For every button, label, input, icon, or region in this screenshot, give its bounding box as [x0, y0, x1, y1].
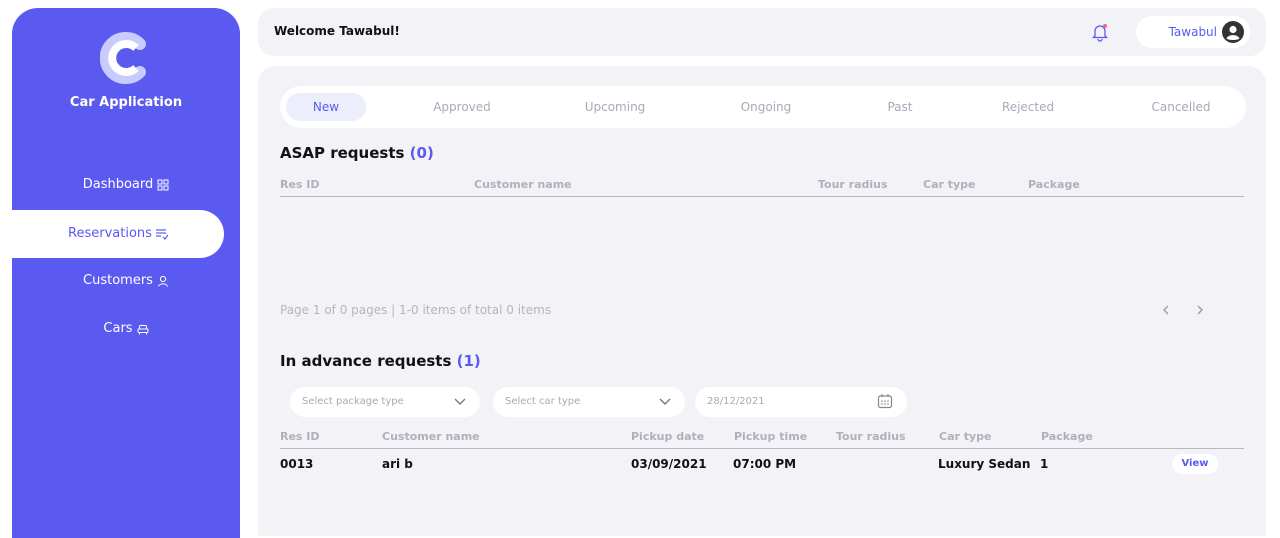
sidebar-item-label: Reservations [68, 226, 152, 241]
view-button[interactable]: View [1172, 454, 1218, 474]
calendar-icon[interactable] [877, 393, 893, 409]
advance-col-pickup-time: Pickup time [734, 430, 808, 443]
app-name: Car Application [69, 95, 183, 110]
asap-table-divider [280, 196, 1244, 197]
package-type-select[interactable]: Select package type [290, 387, 480, 417]
tab-upcoming[interactable]: Upcoming [565, 93, 665, 121]
chevron-down-icon [454, 398, 466, 405]
advance-col-res-id: Res ID [280, 430, 320, 443]
sidebar-item-dashboard[interactable]: Dashboard [12, 165, 240, 205]
grid-icon [157, 179, 169, 191]
reservations-panel: New Approved Upcoming Ongoing Past Rejec… [258, 66, 1266, 536]
list-check-icon [155, 229, 168, 240]
package-type-placeholder: Select package type [302, 396, 404, 407]
advance-col-package: Package [1041, 430, 1093, 443]
advance-section-title: In advance requests (1) [280, 352, 481, 370]
tab-approved[interactable]: Approved [412, 93, 512, 121]
app-logo-icon [100, 32, 146, 84]
sidebar-item-label: Cars [103, 321, 133, 336]
chevron-right-icon[interactable] [1194, 304, 1206, 316]
asap-col-car-type: Car type [923, 178, 976, 191]
user-icon [157, 275, 168, 287]
status-tabs: New Approved Upcoming Ongoing Past Rejec… [280, 86, 1246, 128]
tab-rejected[interactable]: Rejected [978, 93, 1078, 121]
advance-col-tour-radius: Tour radius [836, 430, 906, 443]
notification-bell-icon[interactable] [1090, 22, 1110, 42]
cell-res-id: 0013 [280, 457, 314, 471]
asap-col-customer-name: Customer name [474, 178, 572, 191]
sidebar-item-label: Customers [83, 273, 153, 288]
asap-col-tour-radius: Tour radius [818, 178, 888, 191]
user-menu-button[interactable]: Tawabul [1136, 16, 1250, 48]
cell-package: 1 [1040, 457, 1049, 471]
date-picker-field[interactable]: 28/12/2021 [695, 387, 907, 417]
advance-col-customer-name: Customer name [382, 430, 480, 443]
sidebar-item-label: Dashboard [82, 177, 154, 192]
welcome-message: Welcome Tawabul! [274, 24, 400, 38]
top-header: Welcome Tawabul! Tawabul [258, 8, 1266, 56]
tab-cancelled[interactable]: Cancelled [1131, 93, 1231, 121]
cell-customer: ari b [382, 457, 413, 471]
car-icon [137, 325, 149, 335]
sidebar-item-cars[interactable]: Cars [12, 309, 240, 349]
cell-car-type: Luxury Sedan [938, 457, 1031, 471]
tab-new[interactable]: New [286, 93, 366, 121]
avatar-icon [1222, 21, 1244, 43]
chevron-left-icon[interactable] [1160, 304, 1172, 316]
advance-title: In advance requests [280, 352, 452, 370]
advance-count: (1) [456, 352, 481, 370]
advance-table-divider [280, 448, 1244, 449]
user-name: Tawabul [1168, 25, 1217, 39]
tab-ongoing[interactable]: Ongoing [716, 93, 816, 121]
car-type-select[interactable]: Select car type [493, 387, 685, 417]
date-value: 28/12/2021 [707, 396, 765, 407]
asap-col-package: Package [1028, 178, 1080, 191]
asap-pagination-text: Page 1 of 0 pages | 1-0 items of total 0… [280, 303, 552, 317]
asap-section-title: ASAP requests (0) [280, 144, 434, 162]
chevron-down-icon [659, 398, 671, 405]
asap-col-res-id: Res ID [280, 178, 320, 191]
asap-title: ASAP requests [280, 144, 405, 162]
sidebar-item-reservations[interactable]: Reservations [12, 210, 224, 258]
sidebar: Car Application Dashboard Reservations C… [12, 8, 240, 538]
cell-pickup-time: 07:00 PM [733, 457, 797, 471]
cell-pickup-date: 03/09/2021 [631, 457, 707, 471]
advance-col-pickup-date: Pickup date [631, 430, 705, 443]
asap-count: (0) [409, 144, 434, 162]
advance-col-car-type: Car type [939, 430, 992, 443]
tab-past[interactable]: Past [850, 93, 950, 121]
car-type-placeholder: Select car type [505, 396, 581, 407]
sidebar-item-customers[interactable]: Customers [12, 261, 240, 301]
